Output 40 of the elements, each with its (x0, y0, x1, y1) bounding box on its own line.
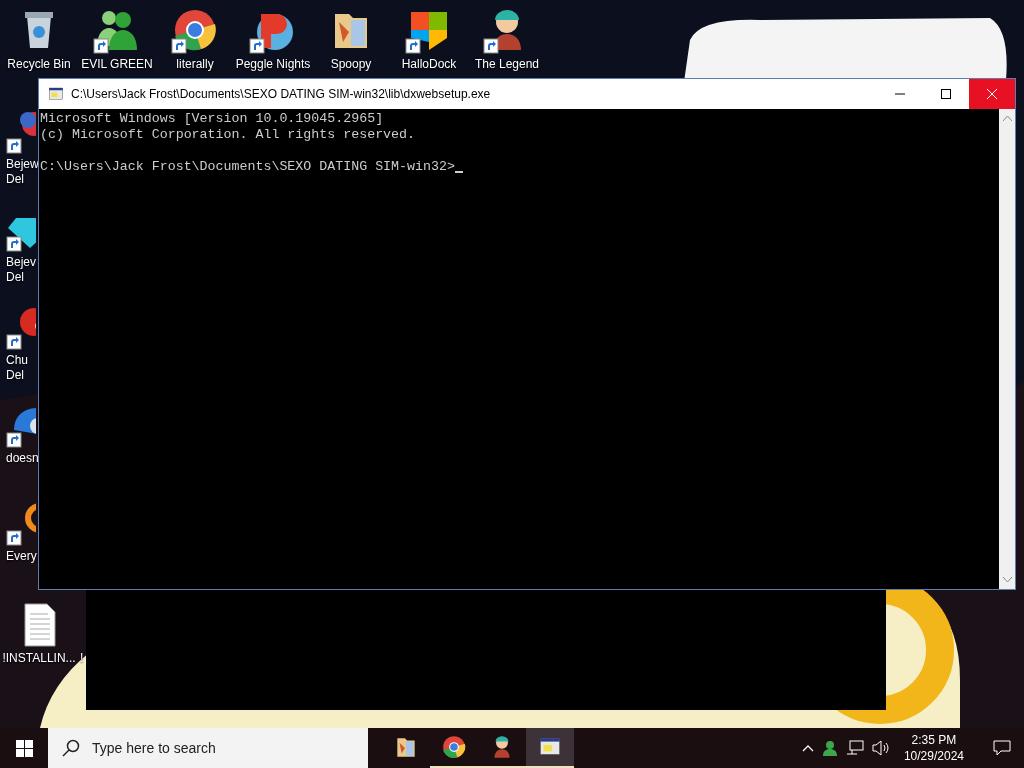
scrollbar[interactable] (999, 109, 1015, 589)
network-icon[interactable] (845, 740, 864, 756)
search-field[interactable]: Type here to search (90, 739, 334, 757)
search-icon (62, 739, 80, 757)
icon-label: Chu (6, 353, 28, 368)
clock-date[interactable]: 10/29/2024 (903, 748, 964, 764)
search-bar[interactable]: Type here to search (48, 728, 368, 768)
icon-label: Every (6, 549, 37, 564)
console-prompt: C:\Users\Jack Frost\Documents\SEXO DATING SIM-win32> (40, 159, 455, 175)
maximize-icon (941, 89, 951, 99)
chevron-up-icon[interactable] (801, 744, 814, 752)
icon-label: Bejev (6, 255, 37, 270)
scroll-down-icon[interactable] (1002, 577, 1012, 583)
windows-logo-icon (15, 739, 33, 757)
icon-label: The Legend (474, 57, 540, 72)
terminal-icon (47, 85, 65, 103)
taskbar-app[interactable] (526, 728, 574, 768)
window-title: C:\Users\Jack Frost\Documents\SEXO DATING SIM-win32\lib\dxwebsetup.exe (71, 87, 492, 101)
scroll-up-icon[interactable] (1002, 115, 1012, 121)
icon-label: Del (6, 172, 24, 187)
person-icon[interactable] (821, 740, 838, 756)
icon-label: EVIL GREEN (81, 57, 153, 72)
browser-icon (441, 734, 467, 760)
clock-time[interactable]: 2:35 PM (911, 732, 957, 748)
notification-icon (993, 740, 1011, 756)
console-text: (c) Microsoft Corporation. All rights reserved. (40, 127, 416, 143)
icon-label: doesn (6, 451, 38, 466)
icon-label: literally (176, 57, 214, 72)
icon-label: !INSTALLIN... (2, 651, 76, 666)
icon-label: Del (6, 368, 24, 383)
console-text: Microsoft Windows [Version 10.0.19045.2965] (40, 111, 384, 127)
volume-icon[interactable] (871, 740, 890, 756)
icon-label: Spoopy (330, 57, 372, 72)
icon-label: ! (80, 651, 84, 666)
icon-label: Peggle Nights (235, 57, 311, 72)
close-icon (987, 89, 997, 99)
icon-label: Recycle Bin (7, 57, 71, 72)
icon-label: Del (6, 270, 24, 285)
icon-label: Bejew (6, 157, 38, 172)
icon-label: HalloDock (401, 57, 457, 72)
